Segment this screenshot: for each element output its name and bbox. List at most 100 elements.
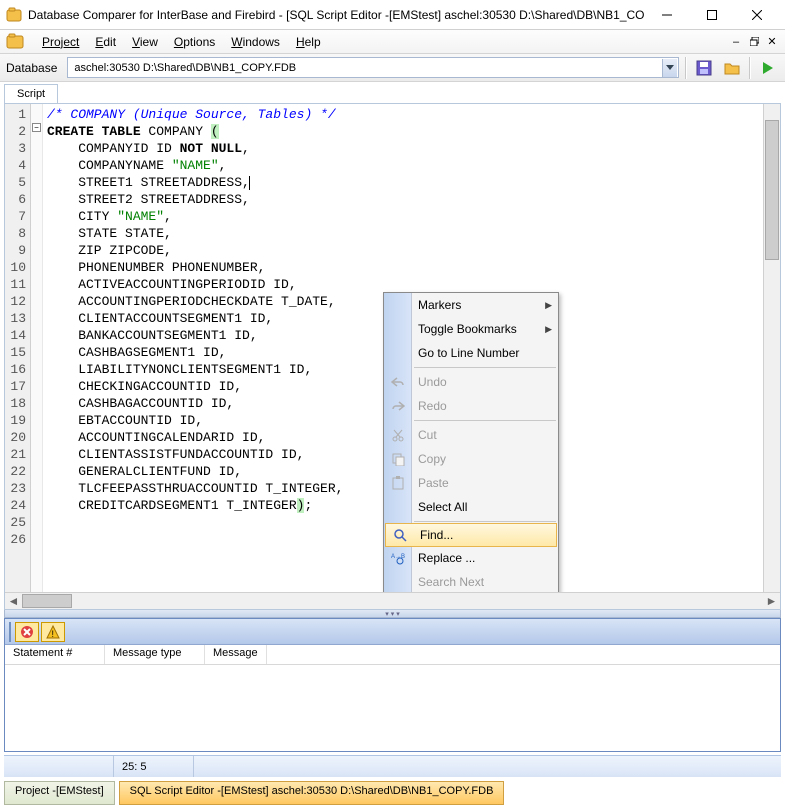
line-number: 10 xyxy=(5,259,30,276)
scrollbar-thumb[interactable] xyxy=(765,120,779,260)
mdi-restore-button[interactable] xyxy=(747,35,761,49)
line-number: 14 xyxy=(5,327,30,344)
ctx-redo[interactable]: Redo xyxy=(384,394,558,418)
scroll-right-arrow-icon[interactable]: ► xyxy=(763,593,780,609)
maximize-button[interactable] xyxy=(689,1,734,29)
ctx-replace[interactable]: A→BReplace ... xyxy=(384,546,558,570)
database-combo[interactable]: aschel:30530 D:\Shared\DB\NB1_COPY.FDB xyxy=(67,57,679,78)
database-label: Database xyxy=(6,61,57,75)
titlebar: Database Comparer for InterBase and Fire… xyxy=(0,0,785,30)
close-button[interactable] xyxy=(734,1,779,29)
line-number: 20 xyxy=(5,429,30,446)
ctx-cut[interactable]: Cut xyxy=(384,423,558,447)
menu-windows[interactable]: Windows xyxy=(223,33,288,51)
ctx-search-next[interactable]: Search Next xyxy=(384,570,558,592)
horizontal-scrollbar[interactable]: ◄ ► xyxy=(5,592,780,609)
tasktab-script-editor[interactable]: SQL Script Editor -[EMStest] aschel:3053… xyxy=(119,781,505,805)
menu-project[interactable]: Project xyxy=(34,33,87,51)
redo-icon xyxy=(390,398,406,414)
line-number: 9 xyxy=(5,242,30,259)
line-number: 15 xyxy=(5,344,30,361)
ctx-copy[interactable]: Copy xyxy=(384,447,558,471)
toolbar-separator-2 xyxy=(749,57,751,79)
database-toolbar: Database aschel:30530 D:\Shared\DB\NB1_C… xyxy=(0,54,785,82)
cut-icon xyxy=(390,427,406,443)
messages-list[interactable] xyxy=(5,665,780,751)
line-gutter: 1234567891011121314151617181920212223242… xyxy=(5,104,31,592)
mdi-app-icon xyxy=(6,32,26,52)
scroll-left-arrow-icon[interactable]: ◄ xyxy=(5,593,22,609)
messages-header: Statement # Message type Message xyxy=(5,645,780,665)
line-number: 7 xyxy=(5,208,30,225)
line-number: 6 xyxy=(5,191,30,208)
ctx-goto-line[interactable]: Go to Line Number xyxy=(384,341,558,365)
content-area: Script 123456789101112131415161718192021… xyxy=(0,82,785,805)
submenu-arrow-icon: ▶ xyxy=(545,324,552,335)
menu-separator xyxy=(414,420,556,421)
line-number: 4 xyxy=(5,157,30,174)
database-combo-value: aschel:30530 D:\Shared\DB\NB1_COPY.FDB xyxy=(74,62,658,74)
menu-view[interactable]: View xyxy=(124,33,166,51)
submenu-arrow-icon: ▶ xyxy=(545,300,552,311)
ctx-undo[interactable]: Undo xyxy=(384,370,558,394)
context-menu: Markers▶ Toggle Bookmarks▶ Go to Line Nu… xyxy=(383,292,559,592)
copy-icon xyxy=(390,451,406,467)
mdi-close-button[interactable]: ✕ xyxy=(765,35,779,49)
col-message-type[interactable]: Message type xyxy=(105,645,205,664)
replace-icon: A→B xyxy=(390,550,406,566)
ctx-paste[interactable]: Paste xyxy=(384,471,558,495)
script-tab[interactable]: Script xyxy=(4,84,58,103)
line-number: 12 xyxy=(5,293,30,310)
minimize-button[interactable] xyxy=(644,1,689,29)
line-number: 19 xyxy=(5,412,30,429)
fold-toggle-icon[interactable]: − xyxy=(32,123,41,132)
messages-panel: ! Statement # Message type Message xyxy=(4,618,781,752)
open-script-button[interactable] xyxy=(721,57,743,79)
app-icon xyxy=(6,7,22,23)
ctx-find[interactable]: Find... xyxy=(385,523,557,547)
line-number: 13 xyxy=(5,310,30,327)
undo-icon xyxy=(390,374,406,390)
save-script-button[interactable] xyxy=(693,57,715,79)
line-number: 17 xyxy=(5,378,30,395)
line-number: 8 xyxy=(5,225,30,242)
col-message[interactable]: Message xyxy=(205,645,267,664)
window-title: Database Comparer for InterBase and Fire… xyxy=(28,8,644,22)
status-cell-1 xyxy=(4,756,114,777)
line-number: 18 xyxy=(5,395,30,412)
ctx-toggle-bookmarks[interactable]: Toggle Bookmarks▶ xyxy=(384,317,558,341)
fold-column: − xyxy=(31,104,43,592)
statusbar: 25: 5 xyxy=(4,755,781,777)
status-cell-3 xyxy=(194,756,781,777)
chevron-down-icon[interactable] xyxy=(662,59,677,77)
line-number: 26 xyxy=(5,531,30,548)
horizontal-splitter[interactable]: ▾ ▾ ▾ xyxy=(4,610,781,618)
task-tabs: Project -[EMStest] SQL Script Editor -[E… xyxy=(4,781,781,805)
mdi-minimize-button[interactable]: – xyxy=(729,35,743,49)
ctx-markers[interactable]: Markers▶ xyxy=(384,293,558,317)
line-number: 23 xyxy=(5,480,30,497)
splitter-grip-icon: ▾ ▾ ▾ xyxy=(385,610,399,618)
status-position: 25: 5 xyxy=(114,756,194,777)
menubar: Project Edit View Options Windows Help –… xyxy=(0,30,785,54)
line-number: 1 xyxy=(5,106,30,123)
tasktab-project[interactable]: Project -[EMStest] xyxy=(4,781,115,805)
warning-filter-button[interactable]: ! xyxy=(41,622,65,642)
find-icon xyxy=(392,527,408,543)
menu-edit[interactable]: Edit xyxy=(87,33,124,51)
run-script-button[interactable] xyxy=(757,57,779,79)
menu-help[interactable]: Help xyxy=(288,33,329,51)
line-number: 16 xyxy=(5,361,30,378)
messages-toolbar: ! xyxy=(5,619,780,645)
line-number: 5 xyxy=(5,174,30,191)
line-number: 24 xyxy=(5,497,30,514)
svg-text:!: ! xyxy=(52,629,55,639)
col-statement[interactable]: Statement # xyxy=(5,645,105,664)
toolbar-grip[interactable] xyxy=(9,622,13,642)
menu-options[interactable]: Options xyxy=(166,33,223,51)
scrollbar-thumb[interactable] xyxy=(22,594,72,608)
ctx-select-all[interactable]: Select All xyxy=(384,495,558,519)
line-number: 11 xyxy=(5,276,30,293)
vertical-scrollbar[interactable] xyxy=(763,104,780,592)
error-filter-button[interactable] xyxy=(15,622,39,642)
